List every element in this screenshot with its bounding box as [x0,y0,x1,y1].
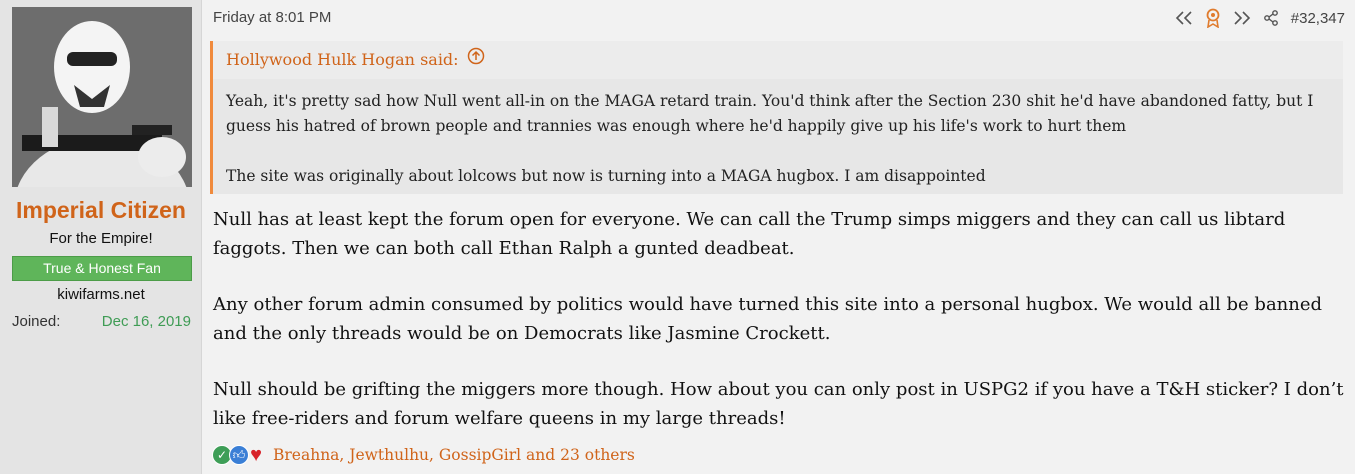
share-icon[interactable] [1263,8,1279,28]
reactions-list[interactable]: Breahna, Jewthulhu, GossipGirl and 23 ot… [273,446,635,464]
quote-author[interactable]: Hollywood Hulk Hogan said: [226,41,459,79]
circle-arrow-up-icon[interactable] [467,41,485,79]
avatar[interactable] [12,7,192,187]
quote-header[interactable]: Hollywood Hulk Hogan said: [213,41,1343,79]
user-site: kiwifarms.net [57,286,145,303]
post-paragraph: Null should be grifting the miggers more… [213,379,1344,429]
fast-forward-icon[interactable] [1233,8,1251,28]
user-title: For the Empire! [49,230,153,247]
quote-paragraph: Yeah, it's pretty sad how Null went all-… [226,92,1314,135]
user-banner: True & Honest Fan [12,256,192,281]
heart-reaction-icon: ♥ [250,443,262,466]
post-timestamp[interactable]: Friday at 8:01 PM [213,9,331,26]
user-sidebar: Imperial Citizen For the Empire! True & … [0,0,202,474]
joined-date: Dec 16, 2019 [101,313,191,330]
post-paragraph: Any other forum admin consumed by politi… [213,294,1323,344]
reactions-bar[interactable]: ✓ 👍︎ ♥ Breahna, Jewthulhu, GossipGirl an… [212,443,635,466]
post-actions: #32,347 [1175,8,1345,28]
post-paragraph: Null has at least kept the forum open fo… [213,209,1286,259]
rewind-icon[interactable] [1175,8,1193,28]
quote-paragraph: The site was originally about lolcows bu… [226,167,986,185]
joined-label: Joined: [12,313,61,330]
post-body: Null has at least kept the forum open fo… [213,206,1348,461]
post-number[interactable]: #32,347 [1291,10,1345,27]
award-icon[interactable] [1205,8,1221,28]
username[interactable]: Imperial Citizen [0,197,202,224]
quote-body: Yeah, it's pretty sad how Null went all-… [213,79,1343,189]
stormtrooper-avatar-image [12,7,192,187]
quote-block: Hollywood Hulk Hogan said: Yeah, it's pr… [210,41,1343,194]
